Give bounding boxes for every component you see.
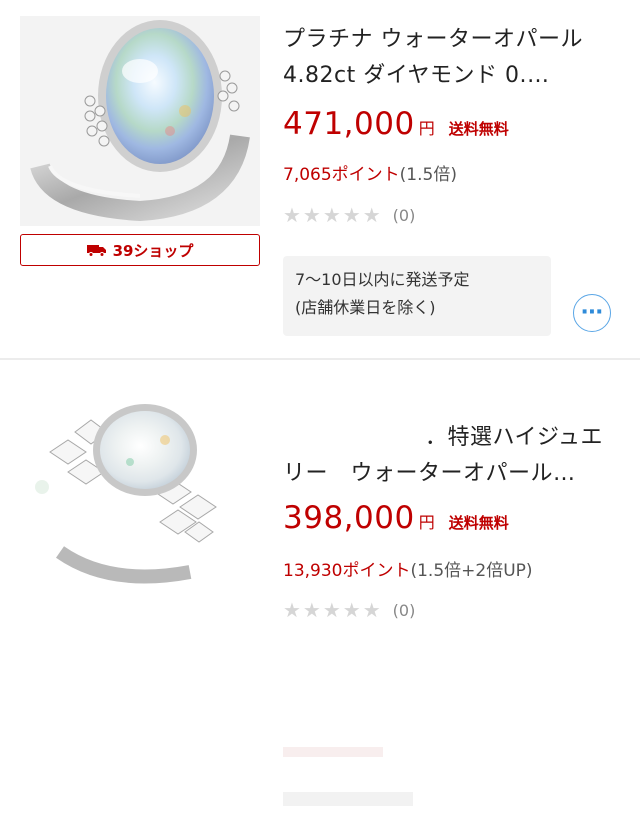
star-rating-icon: ★★★★★ (283, 598, 383, 622)
39-shop-button[interactable]: 39ショップ (20, 234, 260, 266)
rating[interactable]: ★★★★★ (0) (283, 598, 415, 622)
star-rating-icon: ★★★★★ (283, 203, 383, 227)
delivery-info: 7〜10日以内に発送予定 (店舗休業日を除く) (283, 256, 551, 336)
delivery-line: (店舗休業日を除く) (295, 298, 436, 317)
free-shipping-label: 送料無料 (448, 120, 509, 138)
points-value: 7,065ポイント (283, 165, 400, 185)
price-row: 398,000 円 送料無料 (283, 500, 509, 536)
price: 398,000 (283, 500, 415, 536)
free-shipping-label: 送料無料 (448, 514, 509, 532)
points-rate: (1.5倍+2倍UP) (410, 561, 533, 581)
points-value: 13,930ポイント (283, 561, 411, 581)
shop-button-label: 39ショップ (112, 241, 194, 260)
delivery-truck-icon (86, 245, 106, 257)
product-title-text: ．特選ハイジュエリー ウォーターオパール… (283, 425, 604, 486)
review-count: (0) (392, 205, 416, 225)
currency: 円 (418, 513, 435, 532)
currency: 円 (418, 119, 435, 138)
product-image[interactable] (20, 16, 260, 226)
ellipsis-icon: ⋯ (581, 300, 603, 325)
price: 471,000 (283, 106, 415, 142)
review-count: (0) (392, 600, 416, 620)
product-image[interactable] (20, 382, 260, 592)
product-title[interactable]: プラチナ ウォーターオパール 4.82ct ダイヤモンド 0.… (283, 22, 613, 94)
points-info: 7,065ポイント(1.5倍) (283, 160, 457, 185)
redacted-shop-name (283, 782, 423, 812)
redacted-text (283, 744, 383, 758)
points-info: 13,930ポイント(1.5倍+2倍UP) (283, 556, 533, 581)
product-card[interactable]: 39ショップ プラチナ ウォーターオパール 4.82ct ダイヤモンド 0.… … (0, 0, 640, 360)
points-rate: (1.5倍) (399, 165, 457, 185)
product-title[interactable]: ．特選ハイジュエリー ウォーターオパール… (283, 420, 613, 492)
more-options-button[interactable]: ⋯ (573, 294, 611, 332)
rating[interactable]: ★★★★★ (0) (283, 203, 415, 227)
price-row: 471,000 円 送料無料 (283, 106, 509, 142)
delivery-line: 7〜10日以内に発送予定 (295, 270, 470, 289)
product-card[interactable]: ．特選ハイジュエリー ウォーターオパール… 398,000 円 送料無料 13,… (0, 360, 640, 806)
